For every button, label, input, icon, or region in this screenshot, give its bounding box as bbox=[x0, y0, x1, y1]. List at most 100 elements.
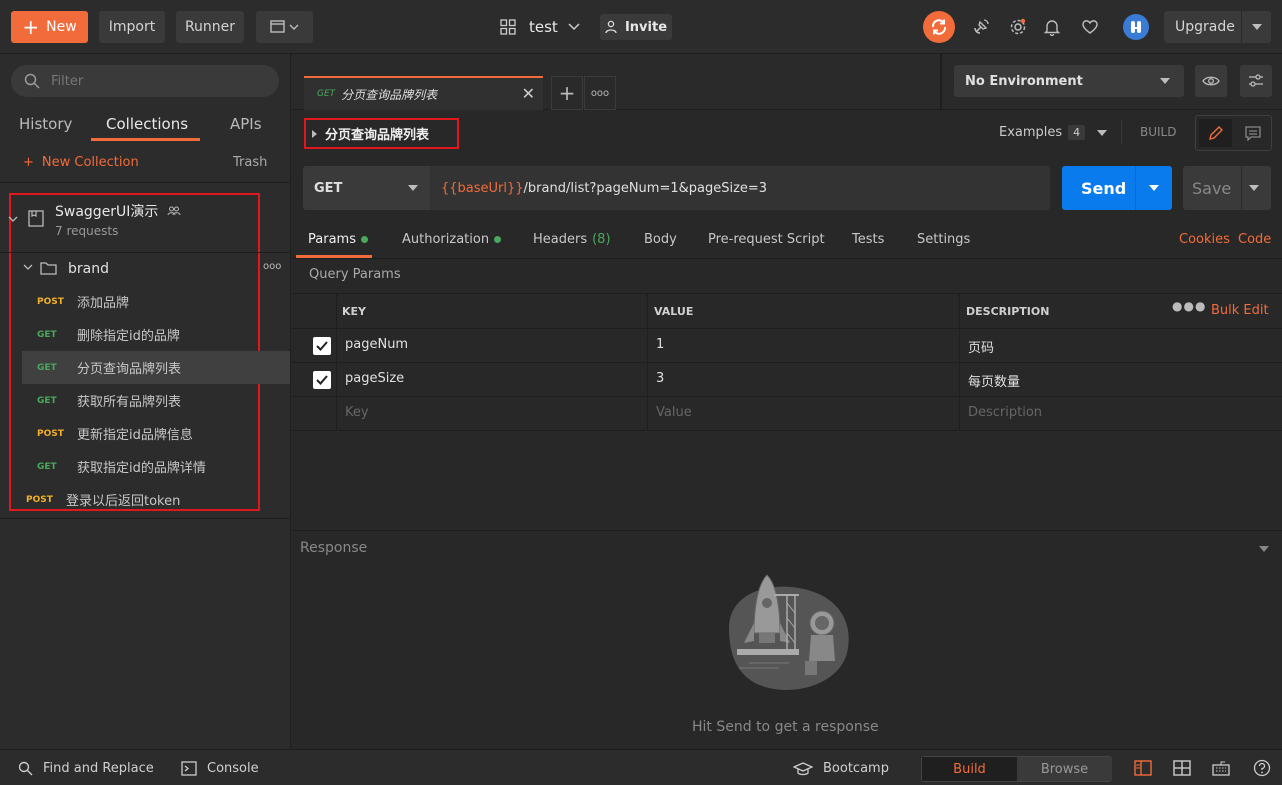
sidebar-request-item[interactable]: GET 获取所有品牌列表 bbox=[22, 384, 290, 417]
cookies-link[interactable]: Cookies bbox=[1179, 232, 1230, 247]
settings-icon[interactable] bbox=[1008, 17, 1028, 37]
rocket-illustration bbox=[729, 574, 849, 690]
method-select[interactable]: GET bbox=[303, 166, 430, 210]
url-input[interactable]: {{baseUrl}}/brand/list?pageNum=1&pageSiz… bbox=[430, 166, 1050, 210]
send-button[interactable]: Send bbox=[1062, 166, 1172, 210]
bootcamp-button[interactable]: Bootcamp bbox=[793, 761, 889, 776]
caret-down-icon bbox=[1160, 78, 1170, 84]
caret-down-icon[interactable] bbox=[1259, 546, 1269, 552]
build-mode-button[interactable]: Build bbox=[922, 757, 1017, 781]
tab-tests[interactable]: Tests bbox=[852, 232, 884, 247]
folder-more-icon[interactable]: ooo bbox=[263, 261, 281, 272]
param-value[interactable]: 1 bbox=[656, 337, 664, 352]
examples-dropdown[interactable]: Examples 4 bbox=[999, 125, 1108, 140]
tab-more-icon[interactable]: ooo bbox=[584, 76, 616, 110]
request-name: 获取指定id的品牌详情 bbox=[77, 461, 206, 476]
bell-icon[interactable] bbox=[1042, 17, 1062, 37]
mode-toggle bbox=[1195, 115, 1272, 151]
upgrade-label: Upgrade bbox=[1175, 19, 1235, 35]
divider bbox=[292, 258, 1282, 259]
param-key[interactable]: pageNum bbox=[345, 337, 408, 352]
divider bbox=[1121, 120, 1122, 144]
request-tabs: GET 分页查询品牌列表 ✕ + ooo bbox=[292, 54, 940, 110]
status-dot bbox=[360, 236, 368, 243]
tab-history[interactable]: History bbox=[19, 115, 72, 133]
param-checkbox[interactable] bbox=[313, 371, 331, 389]
param-value[interactable]: 3 bbox=[656, 371, 664, 386]
tab-body[interactable]: Body bbox=[644, 232, 677, 247]
upgrade-button[interactable]: Upgrade bbox=[1164, 11, 1271, 43]
tab-headers[interactable]: Headers (8) bbox=[533, 232, 611, 247]
caret-down-icon[interactable] bbox=[1252, 24, 1262, 30]
sliders-icon[interactable] bbox=[1240, 65, 1272, 97]
comment-icon[interactable] bbox=[1236, 119, 1269, 147]
tab-pre-request-script[interactable]: Pre-request Script bbox=[708, 232, 825, 247]
import-button[interactable]: Import bbox=[99, 11, 165, 43]
console-button[interactable]: Console bbox=[181, 761, 259, 776]
tab-settings[interactable]: Settings bbox=[917, 232, 970, 247]
sidebar-request-item[interactable]: POST 更新指定id品牌信息 bbox=[22, 417, 290, 450]
new-value-input[interactable]: Value bbox=[656, 405, 692, 420]
chevron-down-icon[interactable] bbox=[8, 216, 18, 224]
trash-button[interactable]: Trash bbox=[233, 155, 267, 170]
method-badge: GET bbox=[37, 362, 57, 373]
avatar[interactable] bbox=[1123, 14, 1149, 40]
sidebar-request-item[interactable]: GET 删除指定id的品牌 bbox=[22, 318, 290, 351]
param-description[interactable]: 每页数量 bbox=[968, 371, 1020, 390]
build-label: BUILD bbox=[1140, 125, 1177, 139]
tab-params[interactable]: Params bbox=[308, 232, 368, 247]
method-badge: POST bbox=[37, 428, 64, 439]
heart-icon[interactable] bbox=[1080, 17, 1100, 37]
environment-select[interactable]: No Environment bbox=[954, 65, 1184, 97]
param-key[interactable]: pageSize bbox=[345, 371, 404, 386]
sidebar-request-item[interactable]: POST 登录以后返回token bbox=[11, 483, 279, 516]
divider bbox=[292, 530, 1282, 531]
invite-label: Invite bbox=[624, 19, 668, 35]
add-tab-button[interactable]: + bbox=[551, 76, 583, 110]
request-name: 添加品牌 bbox=[77, 296, 130, 311]
new-button[interactable]: + New bbox=[11, 11, 88, 43]
collection-name[interactable]: SwaggerUI演示 bbox=[55, 201, 181, 221]
eye-icon[interactable] bbox=[1195, 65, 1227, 97]
divider bbox=[0, 252, 291, 253]
folder-name[interactable]: brand bbox=[68, 261, 109, 277]
layout-icon[interactable] bbox=[1172, 758, 1192, 778]
chevron-down-icon[interactable] bbox=[23, 264, 33, 272]
tab-collections[interactable]: Collections bbox=[106, 115, 188, 133]
two-pane-icon[interactable] bbox=[1133, 758, 1153, 778]
workspace-switcher[interactable]: test bbox=[500, 14, 580, 40]
bulk-edit-link[interactable]: Bulk Edit bbox=[1211, 303, 1269, 318]
find-replace-button[interactable]: Find and Replace bbox=[18, 761, 154, 776]
tab-apis[interactable]: APIs bbox=[230, 115, 262, 133]
more-icon[interactable]: ●●● bbox=[1172, 299, 1206, 313]
close-icon[interactable]: ✕ bbox=[522, 84, 535, 103]
request-name: 分页查询品牌列表 bbox=[77, 362, 182, 377]
filter-input[interactable]: Filter bbox=[11, 65, 279, 97]
satellite-icon[interactable] bbox=[971, 17, 991, 37]
caret-down-icon[interactable] bbox=[1249, 185, 1259, 191]
sidebar-request-item-active[interactable]: GET 分页查询品牌列表 bbox=[22, 351, 290, 384]
new-key-input[interactable]: Key bbox=[345, 405, 369, 420]
sidebar-request-item[interactable]: GET 获取指定id的品牌详情 bbox=[22, 450, 290, 483]
invite-button[interactable]: Invite bbox=[600, 14, 672, 40]
new-window-button[interactable] bbox=[256, 11, 313, 43]
tab-authorization[interactable]: Authorization bbox=[402, 232, 502, 247]
save-button[interactable]: Save bbox=[1183, 166, 1271, 210]
help-icon[interactable] bbox=[1252, 758, 1272, 778]
column-header-description: DESCRIPTION bbox=[966, 305, 1050, 318]
sync-icon[interactable] bbox=[923, 11, 955, 43]
code-link[interactable]: Code bbox=[1238, 232, 1271, 247]
param-description[interactable]: 页码 bbox=[968, 337, 994, 356]
pencil-icon[interactable] bbox=[1199, 119, 1232, 147]
browse-mode-button[interactable]: Browse bbox=[1017, 757, 1112, 781]
runner-button[interactable]: Runner bbox=[176, 11, 244, 43]
param-checkbox[interactable] bbox=[313, 337, 331, 355]
collection-icon bbox=[28, 210, 44, 227]
sidebar-request-item[interactable]: POST 添加品牌 bbox=[22, 285, 290, 318]
keyboard-icon[interactable] bbox=[1211, 758, 1231, 778]
new-description-input[interactable]: Description bbox=[968, 405, 1042, 420]
request-title[interactable]: 分页查询品牌列表 bbox=[304, 118, 459, 149]
caret-down-icon[interactable] bbox=[1149, 185, 1159, 191]
request-tab[interactable]: GET 分页查询品牌列表 ✕ bbox=[304, 76, 543, 110]
new-collection-button[interactable]: + New Collection bbox=[23, 155, 139, 170]
